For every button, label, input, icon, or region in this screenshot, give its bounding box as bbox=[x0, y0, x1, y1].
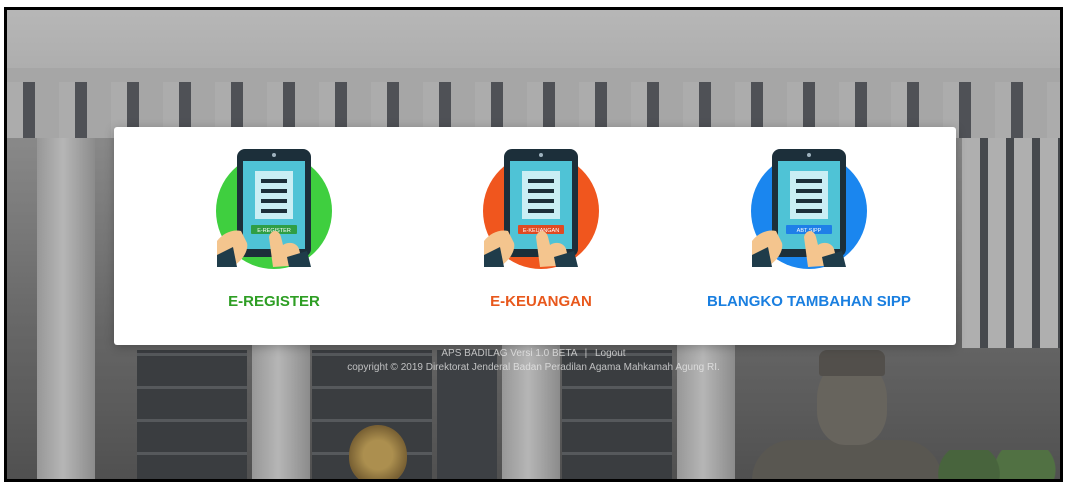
footer-copyright: copyright © 2019 Direktorat Jenderal Bad… bbox=[347, 362, 720, 373]
logout-link[interactable]: Logout bbox=[595, 348, 626, 359]
tablet-hand-icon: E-REGISTER bbox=[216, 149, 332, 269]
menu-card: E-REGISTER E-REGISTER E-KEUANGAN E-KEUAN… bbox=[114, 127, 956, 345]
footer-app-info: APS BADILAG Versi 1.0 BETA | Logout bbox=[7, 348, 1060, 359]
footer-separator: | bbox=[584, 348, 588, 359]
tablet-hand-icon: ABT SIPP bbox=[751, 149, 867, 269]
blangko-tambahan-sipp-button[interactable]: ABT SIPP BLANGKO TAMBAHAN SIPP bbox=[689, 145, 929, 330]
e-register-button[interactable]: E-REGISTER E-REGISTER bbox=[154, 145, 394, 330]
menu-label[interactable]: BLANGKO TAMBAHAN SIPP bbox=[689, 293, 929, 310]
app-version-text: APS BADILAG Versi 1.0 BETA bbox=[441, 348, 577, 359]
menu-label[interactable]: E-REGISTER bbox=[154, 293, 394, 310]
screen-frame: E-REGISTER E-REGISTER E-KEUANGAN E-KEUAN… bbox=[4, 7, 1063, 482]
tablet-hand-icon: E-KEUANGAN bbox=[483, 149, 599, 269]
e-keuangan-button[interactable]: E-KEUANGAN E-KEUANGAN bbox=[421, 145, 661, 330]
menu-label[interactable]: E-KEUANGAN bbox=[421, 293, 661, 310]
